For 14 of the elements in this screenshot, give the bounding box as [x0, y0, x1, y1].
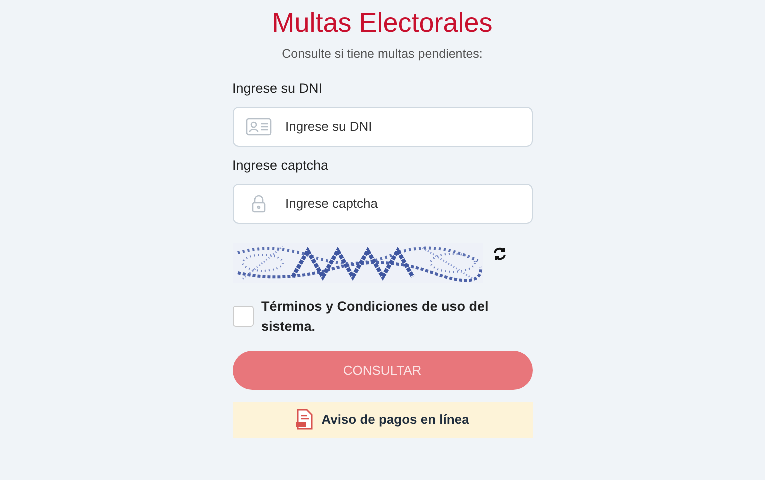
page-title: Multas Electorales	[272, 7, 493, 40]
notice-label: Aviso de pagos en línea	[322, 411, 470, 429]
subtitle: Consulte si tiene multas pendientes:	[282, 46, 483, 63]
terms-label: Términos y Condiciones de uso del sistema.	[262, 298, 490, 336]
input-field[interactable]: Ingrese captcha	[232, 184, 532, 224]
field-label: Ingrese su DNI	[232, 80, 324, 98]
input-field[interactable]: Ingrese su DNI	[232, 106, 532, 147]
lock-icon	[252, 194, 266, 213]
id-card-icon	[246, 118, 272, 136]
notice-banner[interactable]: Aviso de pagos en línea	[232, 402, 532, 438]
terms-checkbox[interactable]	[232, 306, 254, 328]
document-icon	[296, 409, 314, 430]
field-label: Ingrese captcha	[232, 156, 330, 175]
refresh-icon[interactable]	[492, 246, 506, 261]
